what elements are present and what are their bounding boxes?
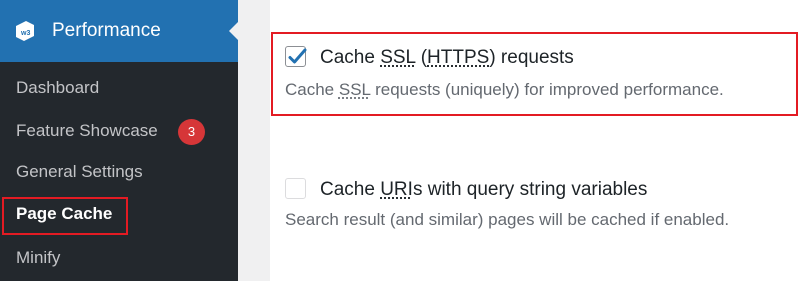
sidebar-item-dashboard[interactable]: Dashboard [16,77,99,99]
w3tc-logo-icon: w3 [16,21,34,41]
performance-menu-header[interactable]: w3 Performance [0,0,239,62]
cache-ssl-label[interactable]: Cache SSL (HTTPS) requests [320,46,574,70]
svg-text:w3: w3 [20,30,30,37]
ssl-abbr: SSL [380,47,416,68]
ssl-abbr: SSL [338,80,371,99]
cache-ssl-description: Cache SSL requests (uniquely) for improv… [285,80,724,99]
sidebar-item-minify[interactable]: Minify [16,247,60,269]
current-menu-arrow [229,21,239,41]
sidebar-item-feature-showcase[interactable]: Feature Showcase [16,120,158,142]
uri-abbr: URI [380,179,413,200]
ssl-option-highlight-box [271,32,798,116]
sidebar-item-page-cache[interactable]: Page Cache [16,203,112,225]
menu-title: Performance [52,20,161,41]
admin-sidebar: w3 Performance Dashboard Feature Showcas… [0,0,239,281]
checkmark-icon [288,48,307,64]
cache-query-string-label[interactable]: Cache URIs with query string variables [320,178,647,202]
notification-count-badge: 3 [178,119,205,145]
cache-query-string-description: Search result (and similar) pages will b… [285,210,730,229]
https-abbr: HTTPS [427,47,490,68]
sidebar-item-general-settings[interactable]: General Settings [16,161,143,183]
cache-ssl-checkbox[interactable] [285,46,307,67]
cache-query-string-checkbox[interactable] [285,178,306,199]
